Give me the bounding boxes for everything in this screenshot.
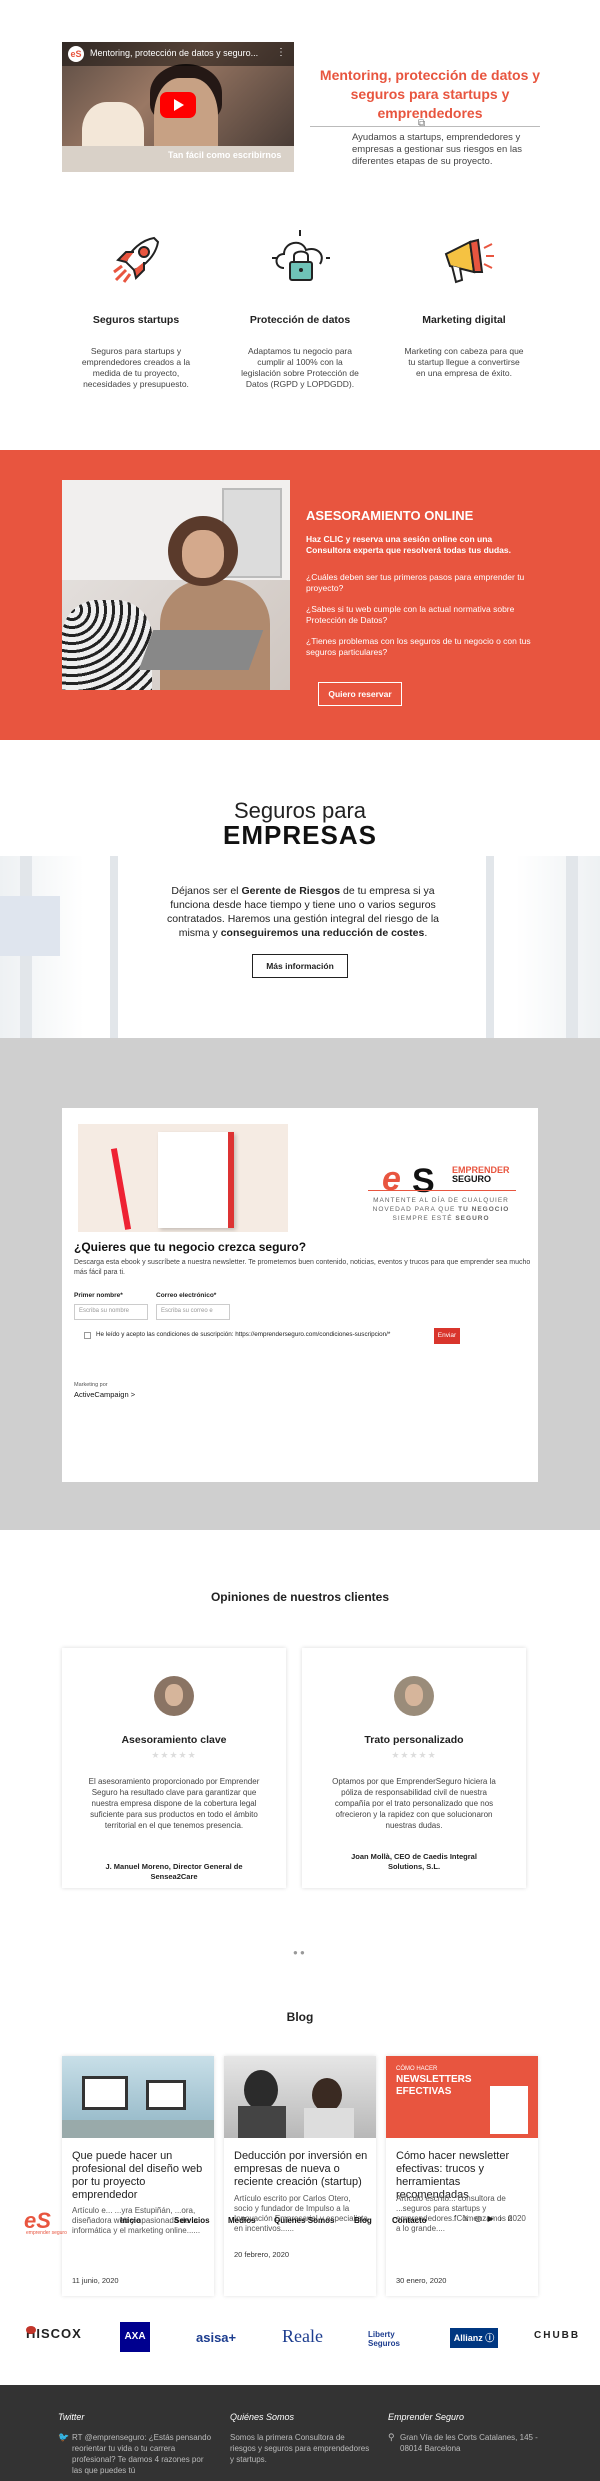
channel-logo: eS [68, 46, 84, 62]
feature-text-marketing: Marketing con cabeza para que tu startup… [404, 346, 524, 378]
blog-post-date: 30 enero, 2020 [396, 2276, 447, 2285]
hero-title: Mentoring, protección de datos y seguros… [319, 67, 541, 121]
nav-item-quienes-somos[interactable]: Quienes Somos [274, 2216, 334, 2225]
activecampaign-link[interactable]: ActiveCampaign > [74, 1390, 135, 1399]
nav-item-servicios[interactable]: Servicios [174, 2216, 210, 2225]
feature-title-startups: Seguros startups [92, 314, 180, 326]
feature-title-datos: Protección de datos [249, 314, 351, 326]
partner-logo-reale: Reale [282, 2326, 323, 2346]
divider [368, 1190, 516, 1191]
cloud-lock-icon [272, 230, 330, 281]
blog-image [224, 2056, 376, 2138]
partner-logo-asisa: asisa+ [196, 2330, 237, 2345]
testimonials-heading: Opiniones de nuestros clientes [210, 1590, 390, 1604]
brand-tagline: MANTENTE AL DÍA DE CUALQUIER NOVEDAD PAR… [372, 1197, 510, 1222]
brand-logo: e [382, 1160, 401, 1198]
avatar [394, 1676, 434, 1716]
more-info-button[interactable]: Más información [252, 954, 348, 978]
blog-image: CÓMO HACER NEWSLETTERS EFECTIVAS [386, 2056, 538, 2138]
testimonial-author: Joan Mollà, CEO de Caedis Integral Solut… [351, 1852, 477, 1871]
blog-post-date: 11 junio, 2020 [72, 2276, 119, 2285]
nav-item-medios[interactable]: Medios [228, 2216, 256, 2225]
feature-text-startups: Seguros para startups y emprendedores cr… [81, 346, 191, 389]
brand-name: EMPRENDER SEGURO [452, 1165, 510, 1184]
hiscox-mark-icon [26, 2326, 36, 2334]
blog-post-title[interactable]: Deducción por inversión en empresas de n… [234, 2150, 370, 2189]
testimonial-text: Optamos por que EmprenderSeguro hiciera … [332, 1777, 496, 1830]
name-field[interactable]: Escriba su nombre [74, 1304, 148, 1320]
footer-contact-heading: Emprender Seguro [388, 2412, 465, 2422]
question-2: ¿Sabes si tu web cumple con la actual no… [306, 604, 515, 625]
consent-label: He leído y acepto las condiciones de sus… [96, 1331, 391, 1338]
star-rating: ★★★★★ [391, 1750, 437, 1760]
blog-post-excerpt: Artículo escrito por Carlos Otero, socio… [234, 2194, 368, 2233]
play-icon[interactable] [160, 92, 196, 118]
consent-checkbox[interactable] [84, 1332, 91, 1339]
location-icon: ⚲ [388, 2432, 395, 2442]
nav-item-contacto[interactable]: Contacto [392, 2216, 427, 2225]
partner-logo-allianz: Allianz ⓘ [450, 2328, 498, 2348]
partner-logo-chubb: CHUBB [534, 2330, 581, 2341]
megaphone-icon [444, 238, 494, 284]
intro-video[interactable]: eS Mentoring, protección de datos y segu… [62, 42, 294, 172]
question-3: ¿Tienes problemas con los seguros de tu … [306, 636, 531, 657]
empresas-title-line2: EMPRESAS [223, 820, 377, 850]
feature-title-marketing: Marketing digital [422, 314, 506, 326]
nav-brand: emprender seguro [26, 2230, 67, 2236]
ebook-image [78, 1124, 288, 1232]
footer-twitter-heading: Twitter [58, 2412, 85, 2422]
email-field[interactable]: Escriba su correo e [156, 1304, 230, 1320]
newsletter-text: Descarga esta ebook y suscríbete a nuest… [74, 1259, 531, 1276]
avatar [154, 1676, 194, 1716]
submit-button[interactable]: Enviar [434, 1328, 460, 1344]
social-icons[interactable]: f𝕏◎▶in [454, 2214, 518, 2223]
email-label: Correo electrónico* [156, 1292, 217, 1299]
empresas-text: Déjanos ser el Gerente de Riesgos de tu … [167, 885, 439, 939]
blog-heading: Blog [286, 2010, 314, 2024]
carousel-dots[interactable]: ● ● [293, 1948, 305, 1957]
question-1: ¿Cuáles deben ser tus primeros pasos par… [306, 572, 525, 593]
name-label: Primer nombre* [74, 1292, 123, 1299]
footer-about-text: Somos la primera Consultora de riesgos y… [230, 2433, 370, 2464]
hero-text: Ayudamos a startups, emprendedores y emp… [352, 132, 523, 167]
newsletter-heading: ¿Quieres que tu negocio crezca seguro? [74, 1240, 307, 1254]
blog-post-title[interactable]: Que puede hacer un profesional del diseñ… [72, 2150, 208, 2202]
partner-logo-axa: AXA [120, 2322, 150, 2352]
consultant-photo [62, 480, 290, 690]
more-vert-icon[interactable]: ⋮ [276, 47, 286, 58]
footer-address: Gran Vía de les Corts Catalanes, 145 - 0… [400, 2433, 538, 2453]
consultoria-lead: Haz CLIC y reserva una sesión online con… [306, 534, 512, 555]
testimonial-author: J. Manuel Moreno, Director General de Se… [105, 1862, 243, 1881]
twitter-icon: 🐦 [58, 2432, 70, 2442]
testimonial-title: Trato personalizado [364, 1734, 464, 1746]
partner-logo-liberty: Liberty Seguros [368, 2330, 401, 2348]
nav-item-inicio[interactable]: Inicio [120, 2216, 141, 2225]
testimonial-title: Asesoramiento clave [121, 1734, 227, 1746]
marketing-by-label: Marketing por [74, 1382, 108, 1388]
rocket-icon [113, 236, 160, 283]
video-caption: Tan fácil como escribirnos [168, 150, 282, 160]
blog-post-date: 20 febrero, 2020 [234, 2250, 290, 2259]
video-title[interactable]: Mentoring, protección de datos y seguro.… [90, 48, 258, 58]
feature-text-datos: Adaptamos tu negocio para cumplir al 100… [241, 346, 359, 389]
footer-about-heading: Quiénes Somos [230, 2412, 295, 2422]
section-heading: ASESORAMIENTO ONLINE [306, 508, 474, 523]
reserve-button[interactable]: Quiero reservar [318, 682, 402, 706]
latest-tweet[interactable]: RT @emprenseguro: ¿Estás pensando reorie… [72, 2432, 212, 2476]
star-rating: ★★★★★ [151, 1750, 197, 1760]
testimonial-text: El asesoramiento proporcionado por Empre… [88, 1777, 260, 1830]
nav-item-blog[interactable]: Blog [354, 2216, 372, 2225]
blog-image [62, 2056, 214, 2138]
external-link-icon: ⧉ [418, 118, 426, 129]
